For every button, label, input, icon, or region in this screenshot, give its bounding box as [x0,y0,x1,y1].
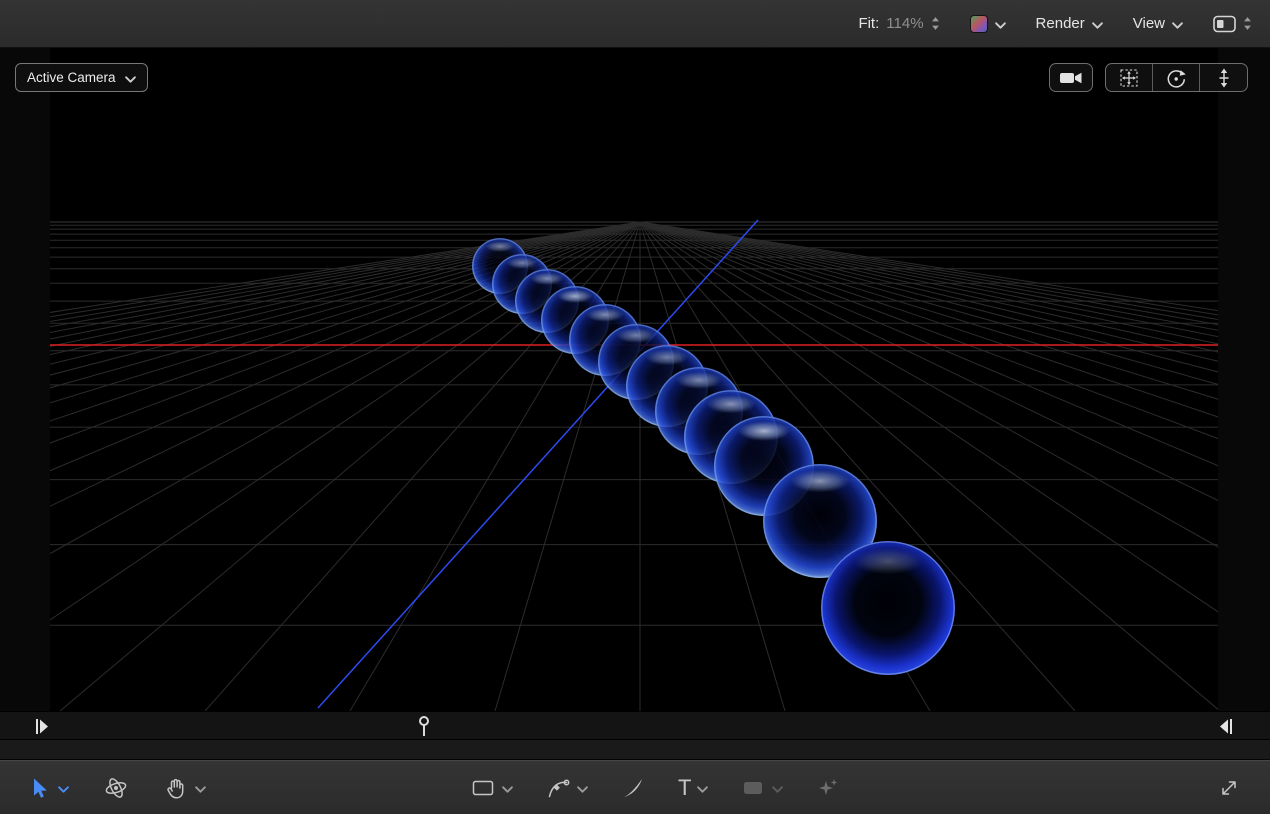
active-camera-label: Active Camera [27,70,116,85]
active-camera-menu[interactable]: Active Camera [15,63,148,92]
video-camera-icon [1060,72,1082,83]
layout-stepper-icon [1244,17,1251,30]
mini-timeline-track[interactable] [0,712,1270,741]
canvas-area[interactable]: Active Camera [0,48,1270,711]
bezier-tool-button[interactable] [545,775,588,801]
fit-zoom-control[interactable]: Fit: 114% [858,15,939,32]
layout-icon [1213,15,1236,32]
timeline-footer-strip [0,740,1270,760]
dolly-view-button[interactable] [1200,64,1247,91]
text-tool-button[interactable]: T [678,775,709,801]
diagonal-resize-icon [1222,781,1236,795]
camera-control-group [1105,63,1248,92]
view-menu-label: View [1132,15,1165,32]
scene-svg[interactable] [50,48,1218,711]
chevron-down-icon [124,75,136,83]
image-well-icon [744,782,763,794]
in-point-marker[interactable] [40,719,48,734]
chevron-down-icon [195,786,206,793]
out-point-marker[interactable] [1230,719,1232,734]
image-well-button[interactable] [740,775,784,801]
chevron-down-icon [502,786,513,793]
camera-view-button[interactable] [1049,63,1093,92]
text-tool-icon: T [678,775,692,800]
brush-stroke-icon [624,779,642,797]
window-layout-control[interactable] [1213,15,1252,33]
chevron-down-icon [697,786,709,793]
create-tools-group: T [470,761,841,814]
motion-app-window: Fit: 114% Render View Active Camera T [0,0,1270,814]
tool-bar: T [0,760,1270,814]
zoom-stepper-icon[interactable] [931,16,940,31]
chevron-down-icon [994,21,1006,29]
particles-tool-button[interactable] [815,775,841,801]
fit-value: 114% [886,15,924,32]
cursor-arrow-icon [34,778,47,798]
in-point-marker[interactable] [36,719,38,734]
perspective-grid [50,221,1218,711]
out-point-marker[interactable] [1220,719,1228,734]
hand-icon [167,778,184,799]
transform-3d-tool-button[interactable] [103,775,129,801]
pan-view-button[interactable] [1106,64,1153,91]
view-menu[interactable]: View [1133,15,1183,32]
pen-curve-icon [548,779,570,798]
render-menu-label: Render [1035,15,1085,32]
dolly-view-icon [1219,68,1228,87]
chevron-down-icon [1172,21,1183,29]
sparkle-icon [819,779,838,795]
mini-timeline[interactable] [0,711,1270,740]
orbit-view-button[interactable] [1153,64,1200,91]
orbit-view-icon [1167,69,1186,88]
render-menu[interactable]: Render [1036,15,1103,32]
shape-tool-button[interactable] [470,775,513,801]
pan-tool-button[interactable] [163,775,206,801]
gyroscope-icon [105,778,127,798]
chevron-down-icon [1091,21,1103,29]
color-swatch-icon [969,14,988,33]
fit-label: Fit: [858,15,880,32]
chevron-down-icon [58,786,69,793]
playhead[interactable] [419,716,429,726]
pan-view-icon [1120,68,1138,87]
chevron-down-icon [772,786,784,793]
rectangle-shape-icon [472,780,494,796]
chevron-down-icon [577,786,588,793]
camera-overlay-tools [1049,63,1248,92]
view-tools-group [26,761,206,814]
color-swatch-menu[interactable] [969,14,1006,33]
paint-stroke-tool-button[interactable] [620,775,646,801]
expand-timing-pane-button[interactable] [1216,775,1242,804]
sphere[interactable] [821,541,955,675]
top-toolbar: Fit: 114% Render View [0,0,1270,48]
select-tool-button[interactable] [26,775,69,801]
